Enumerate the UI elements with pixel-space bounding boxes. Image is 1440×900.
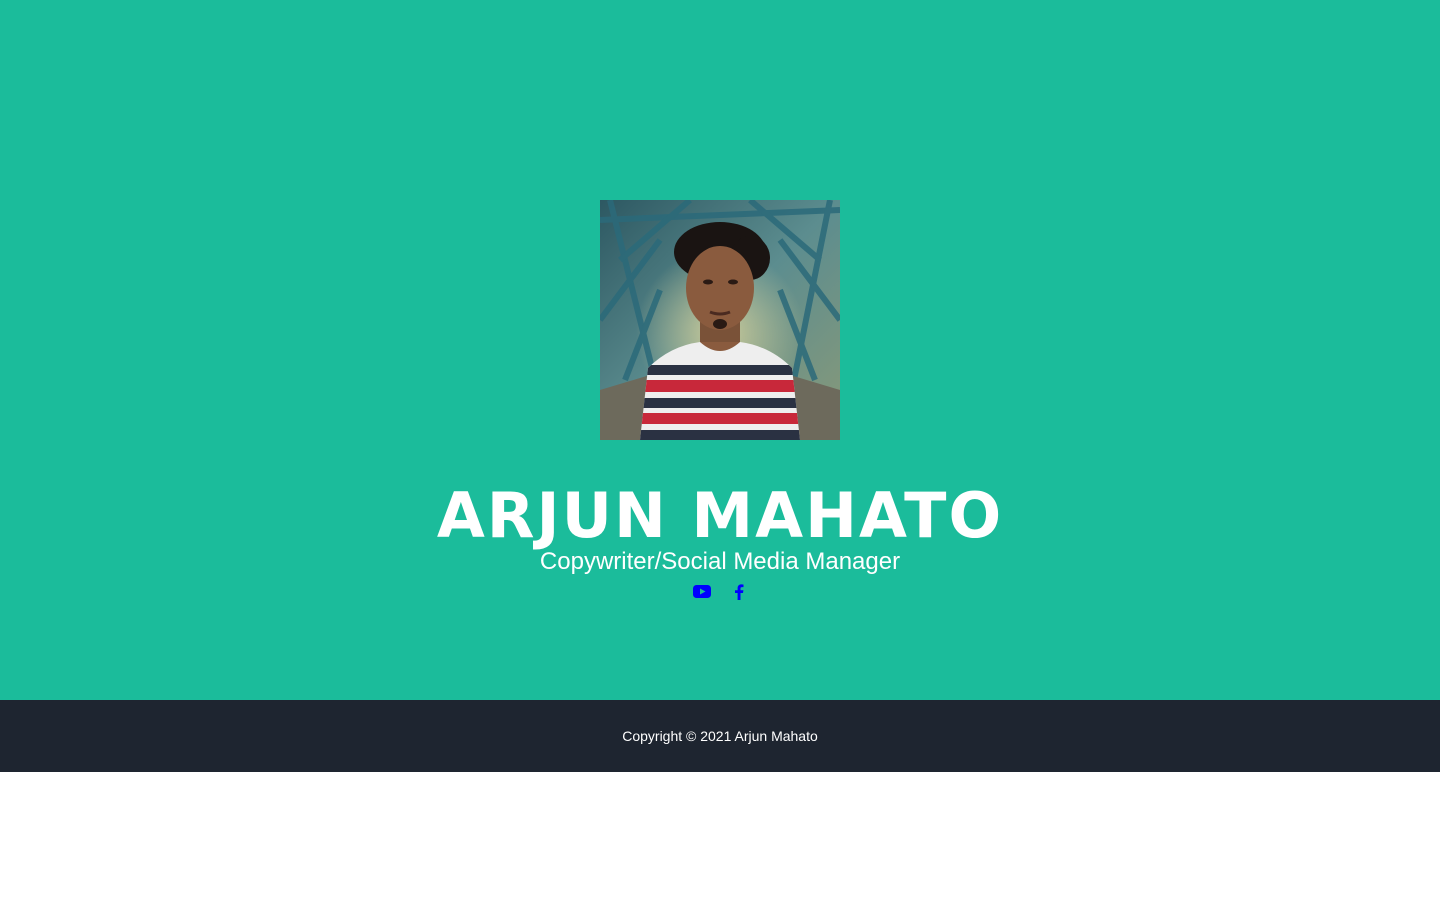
footer: Copyright © 2021 Arjun Mahato	[0, 700, 1440, 772]
facebook-link[interactable]	[729, 582, 748, 601]
youtube-icon	[692, 585, 711, 598]
hero-section: ARJUN MAHATO Copywriter/Social Media Man…	[0, 0, 1440, 700]
social-links	[0, 582, 1440, 601]
copyright-text: Copyright © 2021 Arjun Mahato	[622, 728, 818, 744]
facebook-icon	[734, 583, 743, 600]
profile-title: Copywriter/Social Media Manager	[539, 548, 901, 575]
profile-photo	[600, 200, 840, 440]
profile-name: ARJUN MAHATO	[436, 479, 1004, 552]
youtube-link[interactable]	[692, 582, 711, 601]
